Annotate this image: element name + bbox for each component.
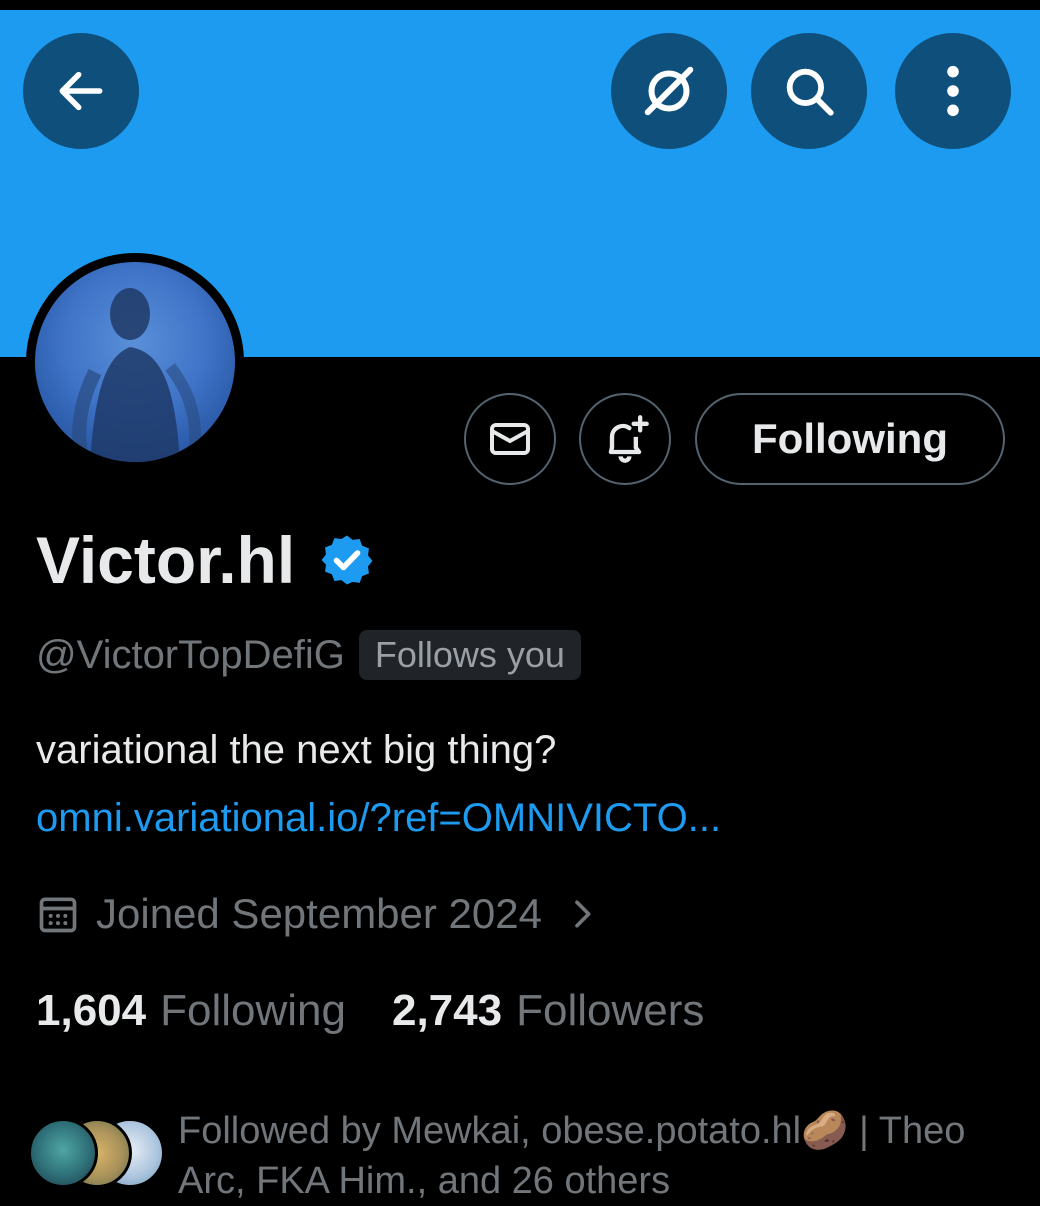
grok-button[interactable] — [611, 33, 727, 149]
envelope-icon — [490, 423, 530, 455]
profile-avatar-frame[interactable] — [26, 253, 244, 471]
more-options-button[interactable] — [895, 33, 1011, 149]
follow-stats: 1,604 Following 2,743 Followers — [36, 986, 704, 1036]
calendar-icon — [39, 897, 77, 933]
status-bar-strip — [0, 0, 1040, 10]
search-button[interactable] — [751, 33, 867, 149]
bell-plus-icon — [608, 415, 649, 463]
user-handle: @VictorTopDefiG — [36, 632, 345, 677]
following-label: Following — [160, 986, 346, 1035]
arrow-left-icon — [59, 71, 103, 111]
profile-name: Victor.hl — [36, 522, 375, 598]
joined-date: Joined September 2024 — [96, 890, 542, 937]
avatar-figure — [72, 288, 202, 462]
search-icon — [786, 68, 834, 116]
grok-icon — [644, 66, 694, 116]
follower-avatar[interactable] — [28, 1118, 98, 1188]
message-button[interactable] — [464, 393, 556, 485]
profile-bio: variational the next big thing? — [36, 728, 557, 772]
joined-row[interactable]: Joined September 2024 — [36, 890, 602, 938]
back-button[interactable] — [23, 33, 139, 149]
chevron-right-icon — [575, 900, 591, 928]
followers-label: Followers — [516, 986, 705, 1035]
follows-you-badge: Follows you — [358, 630, 581, 680]
followers-count: 2,743 — [391, 986, 503, 1035]
handle-row: @VictorTopDefiG Follows you — [36, 630, 581, 680]
following-stat[interactable]: 1,604 Following — [36, 986, 346, 1036]
display-name: Victor.hl — [36, 523, 296, 597]
following-button-label: Following — [752, 415, 948, 462]
following-button[interactable]: Following — [695, 393, 1005, 485]
followers-stat[interactable]: 2,743 Followers — [392, 986, 704, 1036]
following-count: 1,604 — [36, 986, 147, 1035]
verified-badge-icon — [321, 535, 373, 585]
notifications-button[interactable] — [579, 393, 671, 485]
followed-by-text[interactable]: Followed by Mewkai, obese.potato.hl🥔 | T… — [178, 1106, 968, 1206]
more-vertical-icon — [947, 65, 959, 117]
profile-link[interactable]: omni.variational.io/?ref=OMNIVICTO... — [36, 796, 721, 841]
avatar[interactable] — [35, 262, 235, 462]
